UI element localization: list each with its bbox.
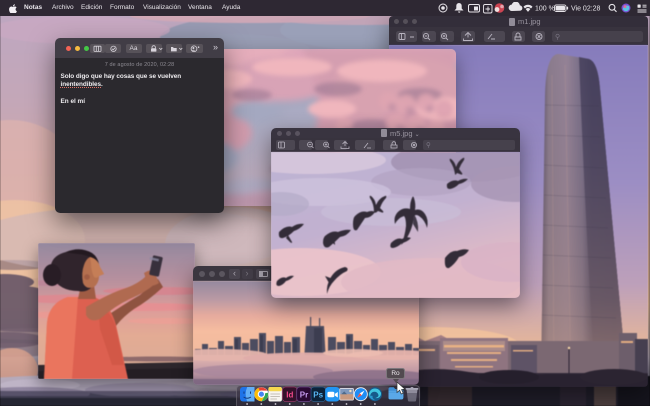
svg-text:100 %: 100 % <box>535 6 555 13</box>
svg-text:Pr: Pr <box>300 391 308 400</box>
svg-text:Vie 02:28: Vie 02:28 <box>571 6 601 13</box>
svg-text:Ps: Ps <box>313 391 323 400</box>
svg-text:Id: Id <box>286 391 293 400</box>
